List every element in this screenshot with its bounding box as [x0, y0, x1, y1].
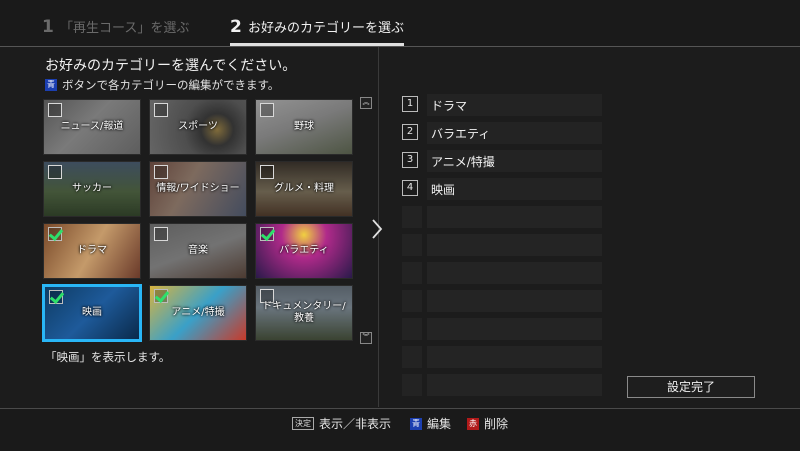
footer-button-guide: 決定 表示／非表示 青 編集 赤 削除: [0, 408, 800, 451]
footer-delete-label: 削除: [484, 417, 509, 431]
category-tile-baseball[interactable]: 野球: [255, 99, 353, 155]
checkbox[interactable]: [154, 165, 168, 179]
step-2-tab: 2 お好みのカテゴリーを選ぶ: [230, 17, 404, 46]
wizard-header: 1 「再生コース」を選ぶ 2 お好みのカテゴリーを選ぶ: [0, 0, 800, 47]
scroll-down-icon[interactable]: ︾: [360, 332, 372, 344]
blue-button-icon: 青: [410, 417, 422, 430]
checkbox-checked[interactable]: [49, 290, 63, 304]
category-tile-soccer[interactable]: サッカー: [43, 161, 141, 217]
empty-slot: [402, 374, 602, 396]
empty-slot: [402, 262, 602, 284]
empty-slot: [402, 290, 602, 312]
category-label: アニメ/特撮: [171, 307, 225, 318]
selected-slot[interactable]: 3 アニメ/特撮: [402, 150, 602, 172]
category-label: ドキュメンタリー/教養: [262, 301, 346, 324]
step-1-number: 1: [42, 17, 54, 37]
category-tile-sports[interactable]: スポーツ: [149, 99, 247, 155]
slot-label: 映画: [431, 183, 456, 197]
blue-button-icon: 青: [45, 79, 57, 91]
category-tile-documentary[interactable]: ドキュメンタリー/教養: [255, 285, 353, 341]
category-tile-gourmet[interactable]: グルメ・料理: [255, 161, 353, 217]
checkbox-checked[interactable]: [48, 227, 62, 241]
slot-number: 2: [402, 124, 418, 140]
category-label: ニュース/報道: [60, 121, 124, 132]
checkbox-checked[interactable]: [154, 289, 168, 303]
category-tile-info[interactable]: 情報/ワイドショー: [149, 161, 247, 217]
footer-toggle-label: 表示／非表示: [319, 417, 392, 431]
category-label: サッカー: [72, 183, 112, 194]
empty-slot: [402, 234, 602, 256]
slot-label: ドラマ: [431, 99, 468, 113]
checkbox[interactable]: [48, 103, 62, 117]
footer-edit: 青 編集: [410, 415, 451, 432]
step-1-tab: 1 「再生コース」を選ぶ: [42, 17, 189, 41]
edit-hint-text: ボタンで各カテゴリーの編集ができます。: [62, 78, 280, 92]
slot-label: バラエティ: [431, 127, 491, 141]
footer-toggle-visibility: 決定 表示／非表示: [292, 415, 391, 432]
selected-slot[interactable]: 2 バラエティ: [402, 122, 602, 144]
footer-delete: 赤 削除: [467, 415, 508, 432]
category-label: グルメ・料理: [274, 183, 334, 194]
chevron-right-icon: [370, 218, 384, 246]
category-label: スポーツ: [178, 121, 218, 132]
selected-slot[interactable]: 1 ドラマ: [402, 94, 602, 116]
category-tile-movie[interactable]: 映画: [43, 285, 141, 341]
category-label: ドラマ: [77, 245, 107, 256]
red-button-icon: 赤: [467, 417, 479, 430]
category-tile-music[interactable]: 音楽: [149, 223, 247, 279]
step-2-number: 2: [230, 17, 242, 37]
page-heading: お好みのカテゴリーを選んでください。: [45, 58, 297, 74]
category-tile-news[interactable]: ニュース/報道: [43, 99, 141, 155]
category-label: 野球: [294, 121, 314, 132]
category-tile-drama[interactable]: ドラマ: [43, 223, 141, 279]
enter-key-icon: 決定: [292, 417, 314, 430]
category-tile-anime[interactable]: アニメ/特撮: [149, 285, 247, 341]
category-label: バラエティ: [279, 245, 329, 256]
category-label: 情報/ワイドショー: [156, 183, 240, 194]
checkbox[interactable]: [48, 165, 62, 179]
footer-edit-label: 編集: [427, 417, 452, 431]
checkbox-checked[interactable]: [260, 227, 274, 241]
scroll-up-icon[interactable]: ︽: [360, 97, 372, 109]
confirm-settings-button[interactable]: 設定完了: [627, 376, 755, 398]
slot-label: アニメ/特撮: [431, 155, 495, 169]
step-2-label: お好みのカテゴリーを選ぶ: [247, 21, 404, 36]
checkbox[interactable]: [260, 165, 274, 179]
empty-slot: [402, 318, 602, 340]
step-1-label: 「再生コース」を選ぶ: [59, 21, 190, 36]
empty-slot: [402, 346, 602, 368]
selection-description: 「映画」を表示します。: [45, 350, 171, 364]
edit-hint: 青 ボタンで各カテゴリーの編集ができます。: [45, 77, 279, 93]
slot-number: 1: [402, 96, 418, 112]
slot-number: 4: [402, 180, 418, 196]
selected-slot[interactable]: 4 映画: [402, 178, 602, 200]
category-label: 映画: [82, 307, 102, 318]
checkbox[interactable]: [154, 227, 168, 241]
empty-slot: [402, 206, 602, 228]
checkbox[interactable]: [154, 103, 168, 117]
category-tile-variety[interactable]: バラエティ: [255, 223, 353, 279]
slot-number: 3: [402, 152, 418, 168]
category-label: 音楽: [188, 245, 208, 256]
checkbox[interactable]: [260, 103, 274, 117]
